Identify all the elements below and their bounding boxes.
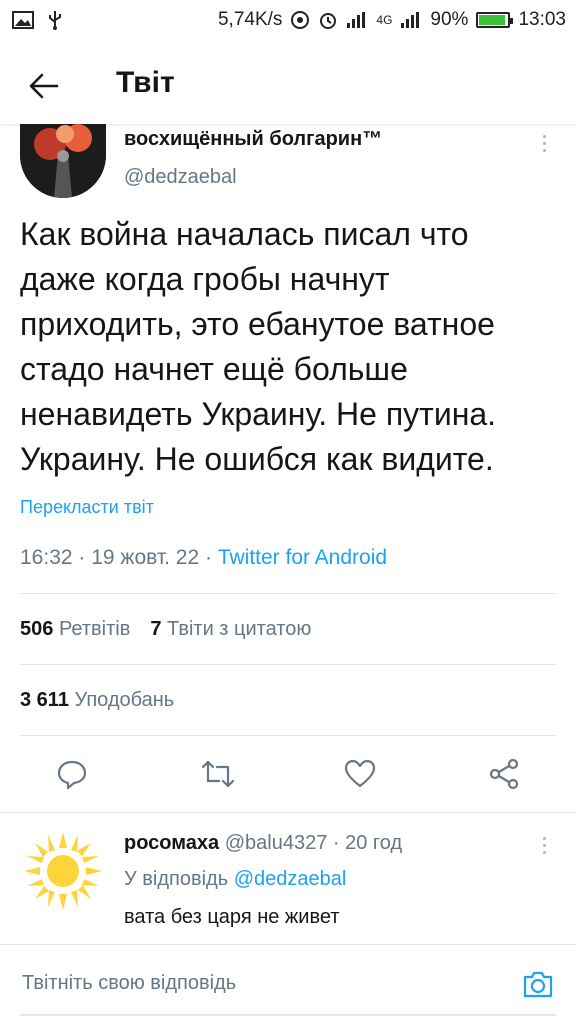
reply-text: вата без царя не живет	[124, 906, 340, 928]
reply-author-name[interactable]: росомаха	[124, 832, 219, 854]
tweet-source-link[interactable]: Twitter for Android	[218, 546, 387, 569]
author-display-name[interactable]: восхищённый болгарин™	[124, 128, 382, 151]
alarm-icon	[318, 10, 338, 30]
replying-to-handle[interactable]: @dedzaebal	[234, 868, 347, 890]
wifi-hotspot-icon	[290, 10, 310, 30]
status-bar: 5,74K/s 4G 90% 13:03	[0, 0, 576, 40]
section-separator	[0, 812, 576, 813]
share-button[interactable]	[482, 752, 526, 796]
likes-stat[interactable]: 3 611 Уподобань	[20, 689, 174, 712]
replying-to-label: У відповідь	[124, 868, 229, 890]
reply-icon	[57, 760, 87, 790]
camera-button[interactable]	[520, 966, 556, 1002]
battery-icon	[476, 12, 514, 28]
compose-top-border	[0, 944, 576, 945]
like-button[interactable]	[338, 752, 382, 796]
tweet-actions	[0, 752, 576, 796]
retweets-count: 506	[20, 618, 54, 640]
usb-icon	[48, 10, 62, 30]
reply-more-options-icon[interactable]	[534, 832, 554, 858]
reply-header: росомаха @balu4327 · 20 год	[124, 832, 402, 855]
author-avatar[interactable]	[20, 124, 106, 198]
status-bar-right: 5,74K/s 4G 90% 13:03	[218, 9, 566, 31]
likes-label: Уподобань	[74, 689, 175, 711]
likes-count: 3 611	[20, 689, 69, 711]
reply-compose-input[interactable]: Твітніть свою відповідь	[22, 972, 236, 995]
reply-button[interactable]	[50, 752, 94, 796]
network-type: 4G	[376, 13, 393, 27]
battery-percent: 90%	[430, 9, 469, 30]
reply-time: · 20 год	[332, 832, 403, 854]
retweet-button[interactable]	[196, 752, 240, 796]
reply-author-avatar[interactable]	[20, 828, 106, 914]
top-app-bar: Твіт	[0, 44, 576, 126]
back-button[interactable]	[26, 68, 62, 104]
signal-icon	[346, 11, 368, 29]
quotes-label: Твіти з цитатою	[167, 618, 312, 640]
quotes-stat[interactable]: 7 Твіти з цитатою	[150, 618, 311, 641]
divider	[20, 593, 556, 594]
tweet-timestamp: 16:32 · 19 жовт. 22 ·	[20, 546, 218, 569]
camera-icon	[523, 971, 553, 998]
tweet-meta: 16:32 · 19 жовт. 22 · Twitter for Androi…	[20, 546, 387, 570]
page-title: Твіт	[116, 66, 175, 99]
clock: 13:03	[518, 9, 566, 30]
signal-icon-2	[400, 11, 422, 29]
divider	[20, 735, 556, 736]
quotes-count: 7	[150, 618, 162, 640]
network-speed: 5,74K/s	[217, 9, 283, 30]
tweet-stats: 506 Ретвітів 7 Твіти з цитатою	[20, 618, 311, 641]
replying-to: У відповідь @dedzaebal	[124, 868, 346, 891]
share-icon	[489, 758, 519, 790]
retweets-stat[interactable]: 506 Ретвітів	[20, 618, 130, 641]
translate-tweet-link[interactable]: Перекласти твіт	[20, 497, 154, 518]
retweets-label: Ретвітів	[58, 618, 131, 640]
divider	[20, 664, 556, 665]
tweet-text: Как война началась писал что даже когда …	[20, 216, 497, 477]
arrow-left-icon	[29, 73, 59, 99]
retweet-icon	[201, 760, 235, 788]
reply-author-handle[interactable]: @balu4327	[225, 832, 328, 854]
image-icon	[12, 11, 34, 29]
compose-underline	[20, 1014, 556, 1016]
status-bar-left	[12, 10, 62, 30]
author-handle[interactable]: @dedzaebal	[124, 166, 237, 189]
like-icon	[344, 759, 376, 788]
tweet-more-options-icon[interactable]	[534, 130, 554, 156]
